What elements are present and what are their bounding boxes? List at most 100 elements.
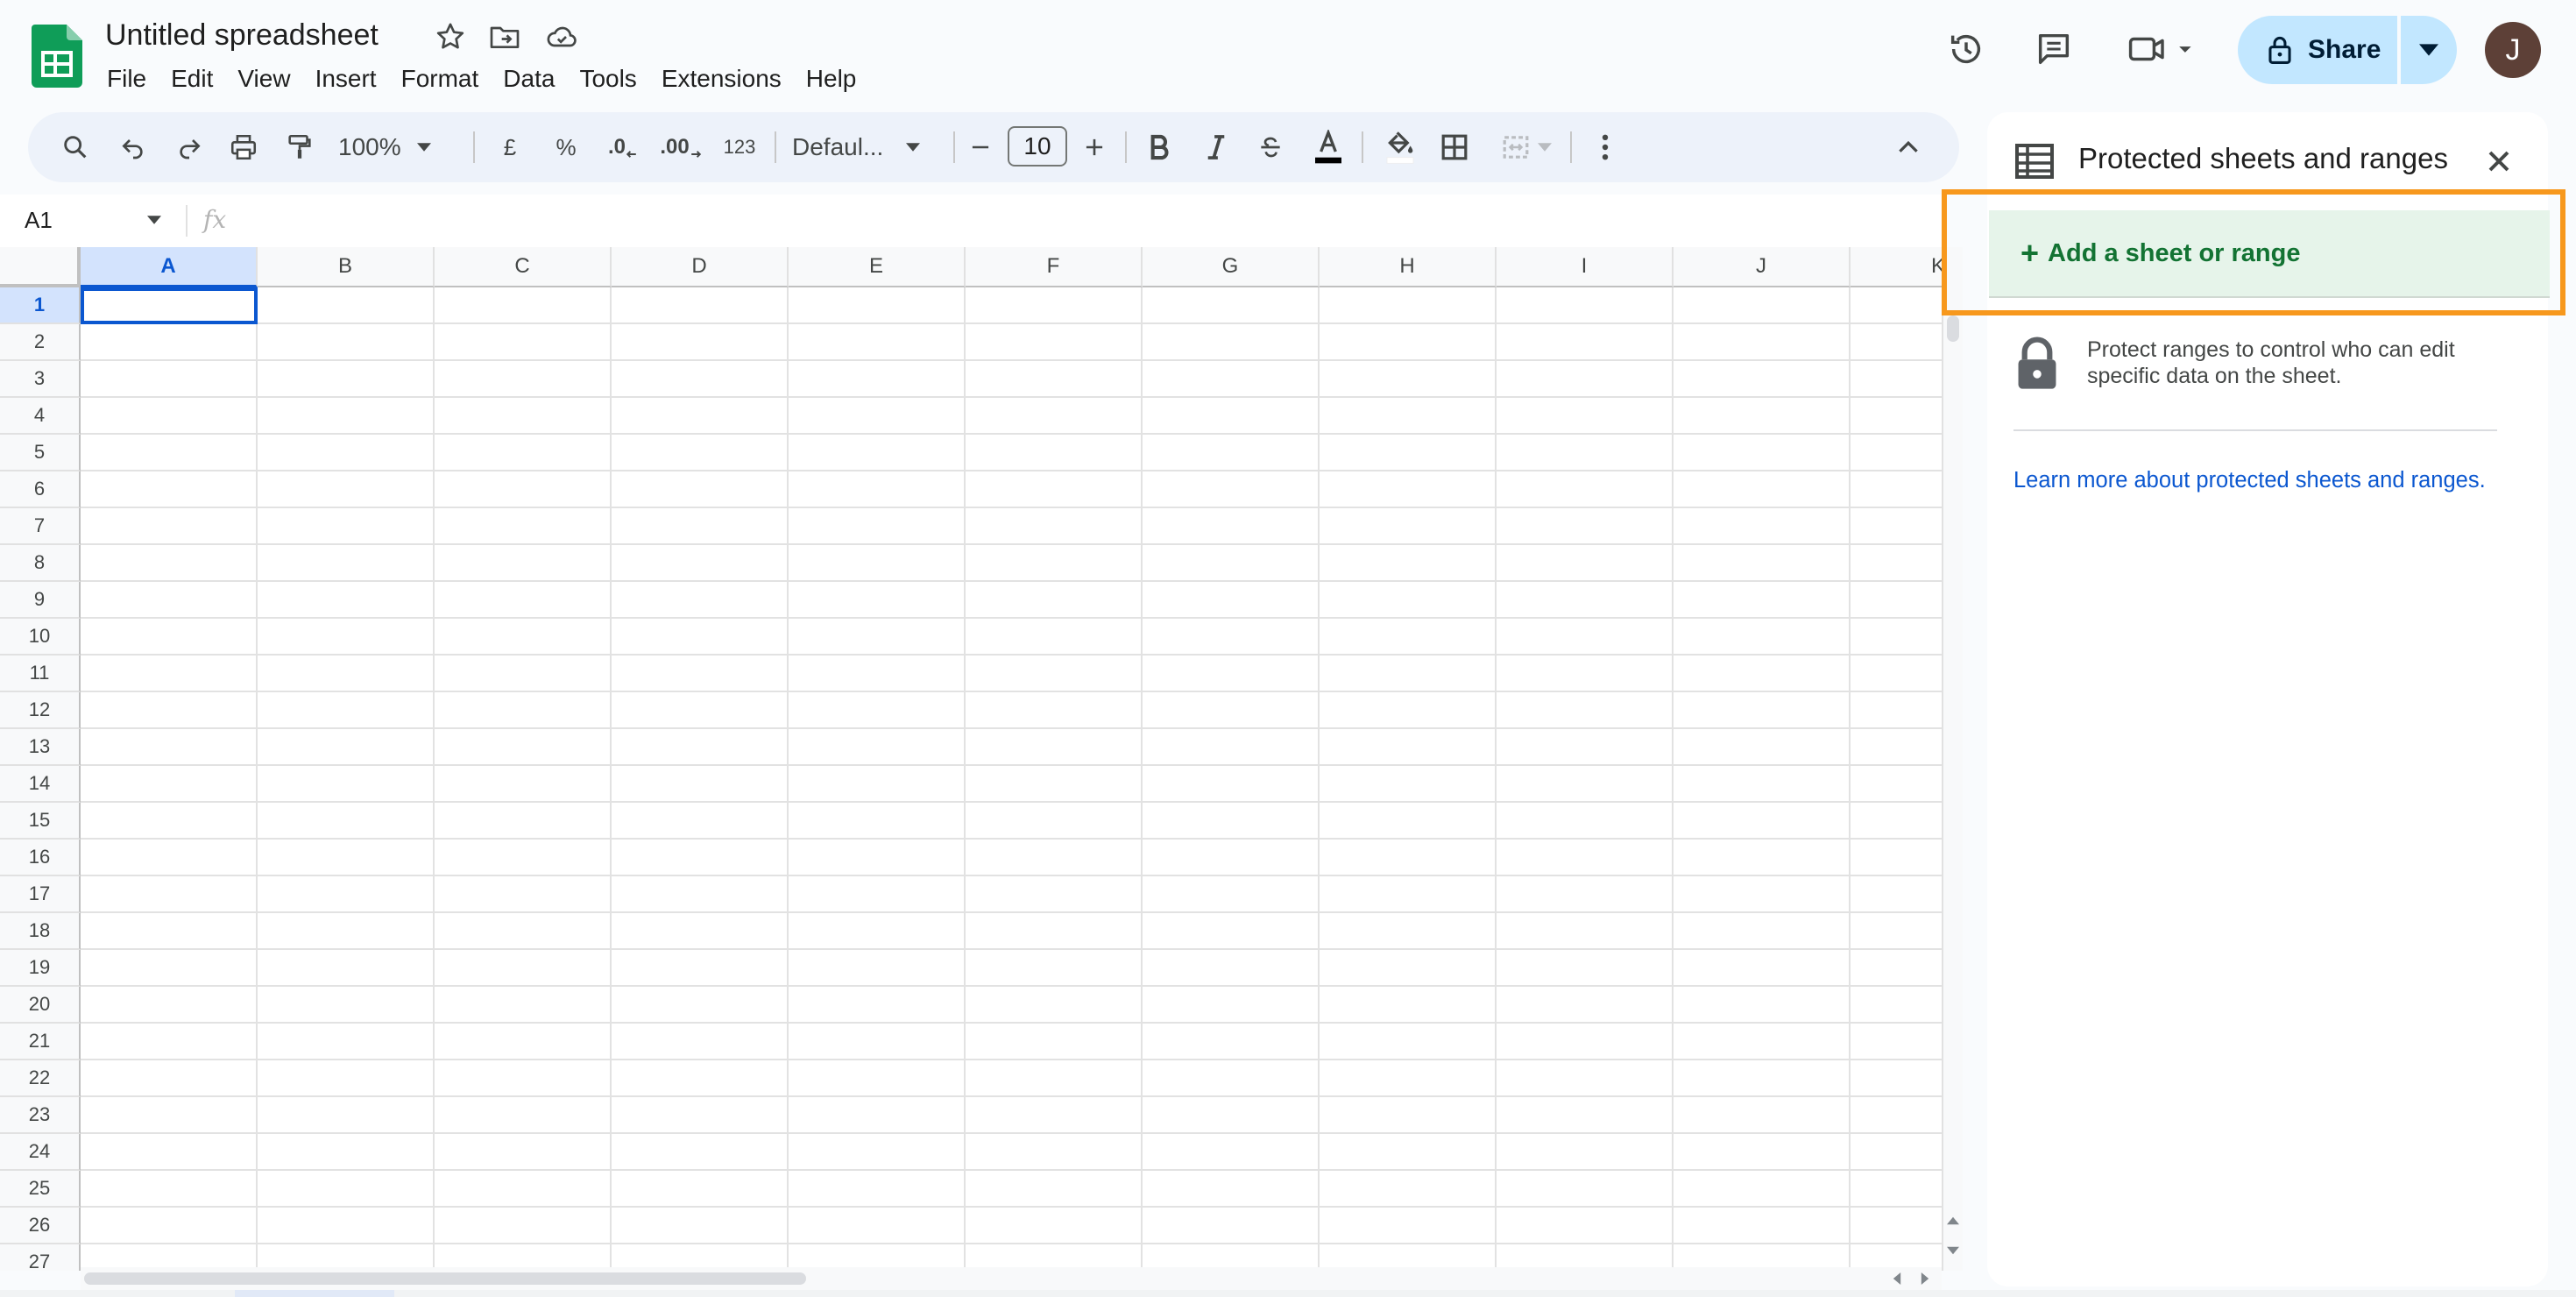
row-header-7[interactable]: 7 [0, 508, 81, 545]
column-header-k[interactable]: K [1851, 247, 1942, 287]
column-header-a[interactable]: A [81, 247, 258, 287]
increase-decimal-button[interactable]: .00 [655, 123, 706, 172]
selected-cell-a1[interactable] [81, 287, 258, 324]
column-header-d[interactable]: D [612, 247, 789, 287]
row-header-11[interactable]: 11 [0, 656, 81, 692]
account-avatar[interactable]: J [2485, 22, 2541, 78]
zoom-select[interactable]: 100% [338, 123, 461, 172]
menu-insert[interactable]: Insert [303, 58, 389, 100]
cell-area[interactable] [81, 287, 1942, 1271]
comments-icon[interactable] [2029, 25, 2078, 74]
paint-format-icon[interactable] [279, 123, 321, 172]
format-percent-button[interactable]: % [545, 123, 587, 172]
row-header-9[interactable]: 9 [0, 582, 81, 619]
undo-icon[interactable] [112, 123, 154, 172]
menu-view[interactable]: View [225, 58, 302, 100]
toolbar-divider [473, 131, 475, 163]
column-header-c[interactable]: C [435, 247, 612, 287]
lock-icon [2268, 36, 2291, 64]
cloud-saved-icon[interactable] [543, 19, 578, 54]
share-dropdown-button[interactable] [2401, 16, 2457, 84]
search-menus-icon[interactable] [54, 123, 96, 172]
row-header-18[interactable]: 18 [0, 913, 81, 950]
decrease-decimal-button[interactable]: .0 [599, 123, 647, 172]
row-header-21[interactable]: 21 [0, 1024, 81, 1060]
row-header-2[interactable]: 2 [0, 324, 81, 361]
scroll-down-icon[interactable] [1947, 1246, 1959, 1255]
row-header-3[interactable]: 3 [0, 361, 81, 398]
more-options-icon[interactable] [1584, 123, 1626, 172]
column-header-e[interactable]: E [789, 247, 966, 287]
row-header-8[interactable]: 8 [0, 545, 81, 582]
horizontal-scroll-thumb[interactable] [84, 1272, 806, 1285]
row-header-24[interactable]: 24 [0, 1134, 81, 1171]
column-header-f[interactable]: F [966, 247, 1143, 287]
column-header-b[interactable]: B [258, 247, 435, 287]
scroll-left-icon[interactable] [1893, 1272, 1901, 1285]
more-formats-button[interactable]: 123 [715, 123, 764, 172]
row-header-25[interactable]: 25 [0, 1171, 81, 1208]
formula-input[interactable] [245, 200, 1936, 242]
menu-format[interactable]: Format [389, 58, 492, 100]
sheets-logo-icon[interactable] [32, 25, 82, 88]
version-history-icon[interactable] [1942, 25, 1991, 74]
row-header-10[interactable]: 10 [0, 619, 81, 656]
row-header-15[interactable]: 15 [0, 803, 81, 840]
menu-help[interactable]: Help [794, 58, 869, 100]
column-header-i[interactable]: I [1497, 247, 1674, 287]
print-icon[interactable] [223, 123, 265, 172]
row-header-23[interactable]: 23 [0, 1097, 81, 1134]
scroll-up-icon[interactable] [1947, 1216, 1959, 1225]
vertical-scrollbar[interactable] [1942, 247, 1963, 1271]
italic-icon[interactable] [1195, 123, 1237, 172]
increase-font-size-icon[interactable] [1076, 123, 1113, 172]
row-header-22[interactable]: 22 [0, 1060, 81, 1097]
redo-icon[interactable] [168, 123, 210, 172]
share-button[interactable]: Share [2238, 16, 2397, 84]
row-header-14[interactable]: 14 [0, 766, 81, 803]
fill-color-icon[interactable] [1377, 123, 1423, 172]
column-header-j[interactable]: J [1674, 247, 1851, 287]
text-color-icon[interactable] [1306, 123, 1351, 172]
star-icon[interactable] [433, 19, 468, 54]
strikethrough-icon[interactable] [1249, 123, 1292, 172]
learn-more-link[interactable]: Learn more about protected sheets and ra… [2013, 468, 2486, 493]
row-header-12[interactable]: 12 [0, 692, 81, 729]
borders-icon[interactable] [1433, 123, 1476, 172]
arrow-right-icon [690, 151, 701, 158]
move-folder-icon[interactable] [487, 19, 522, 54]
menu-extensions[interactable]: Extensions [649, 58, 794, 100]
row-header-27[interactable]: 27 [0, 1244, 81, 1271]
format-currency-button[interactable]: £ [489, 123, 531, 172]
row-header-19[interactable]: 19 [0, 950, 81, 987]
meet-video-icon[interactable] [2122, 25, 2203, 74]
menu-edit[interactable]: Edit [159, 58, 225, 100]
row-header-20[interactable]: 20 [0, 987, 81, 1024]
font-family-select[interactable]: Defaul... [792, 123, 946, 172]
row-header-1[interactable]: 1 [0, 287, 81, 324]
row-header-26[interactable]: 26 [0, 1208, 81, 1244]
collapse-menus-icon[interactable] [1887, 123, 1929, 172]
menu-file[interactable]: File [95, 58, 159, 100]
row-header-4[interactable]: 4 [0, 398, 81, 435]
select-all-corner[interactable] [0, 247, 81, 287]
row-header-13[interactable]: 13 [0, 729, 81, 766]
column-header-h[interactable]: H [1320, 247, 1497, 287]
bold-icon[interactable] [1139, 123, 1181, 172]
name-box[interactable]: A1 [25, 207, 53, 234]
menu-tools[interactable]: Tools [567, 58, 648, 100]
active-sheet-tab[interactable] [235, 1290, 394, 1297]
decrease-font-size-icon[interactable] [962, 123, 999, 172]
row-header-16[interactable]: 16 [0, 840, 81, 876]
scroll-right-icon[interactable] [1921, 1272, 1929, 1285]
row-header-5[interactable]: 5 [0, 435, 81, 471]
vertical-scroll-thumb[interactable] [1947, 315, 1959, 342]
font-size-input[interactable]: 10 [1008, 126, 1067, 167]
name-box-caret-icon[interactable] [147, 216, 161, 224]
close-icon[interactable] [2481, 144, 2516, 179]
row-header-17[interactable]: 17 [0, 876, 81, 913]
row-header-6[interactable]: 6 [0, 471, 81, 508]
document-title[interactable]: Untitled spreadsheet [105, 14, 379, 56]
column-header-g[interactable]: G [1143, 247, 1320, 287]
menu-data[interactable]: Data [491, 58, 567, 100]
